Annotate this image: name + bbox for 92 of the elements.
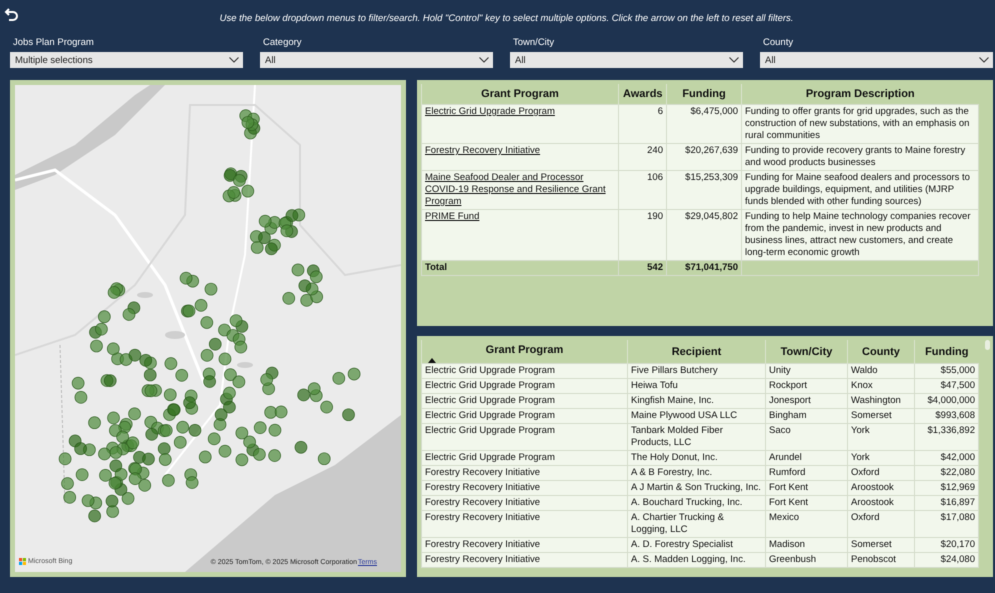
table-cell: Kingfish Maine, Inc.: [628, 394, 766, 408]
chevron-down-icon: [729, 57, 739, 63]
table-cell: Tanbark Molded Fiber Products, LLC: [628, 424, 766, 450]
table-cell: $993,608: [914, 408, 978, 424]
table-cell: Arundel: [766, 450, 848, 466]
table-cell: $29,045,802: [666, 210, 742, 260]
table-cell: Forestry Recovery Initiative: [422, 496, 628, 510]
table-cell: $47,500: [914, 378, 978, 394]
table-cell: 6: [618, 104, 666, 144]
table-cell: Funding for Maine seafood dealers and processors to upgrade buildings, equipment, and utilities (MJRP funds blended with other funding sources): [742, 170, 978, 210]
table-cell: Unity: [766, 364, 848, 378]
table-cell: Somerset: [848, 538, 914, 552]
table-cell: Forestry Recovery Initiative: [422, 552, 628, 568]
table-cell: Penobscot: [848, 552, 914, 568]
table-cell: A. S. Madden Logging, Inc.: [628, 552, 766, 568]
table-cell: $42,000: [914, 450, 978, 466]
filter-label: County: [763, 37, 794, 48]
filter-label: Town/City: [513, 37, 554, 48]
table-cell: Aroostook: [848, 496, 914, 510]
filter-label: Jobs Plan Program: [13, 37, 94, 48]
table-cell: Funding to help Maine technology companies recover from the pandemic, invest in new products and business lines, attract new customers, and create long-term economic growth: [742, 210, 978, 260]
table-cell: Forestry Recovery Initiative: [422, 538, 628, 552]
table-cell: A J Martin & Son Trucking, Inc.: [628, 480, 766, 496]
table-cell: Electric Grid Upgrade Program: [422, 394, 628, 408]
table-cell: Electric Grid Upgrade Program: [422, 450, 628, 466]
table-cell: $4,000,000: [914, 394, 978, 408]
table-cell: 190: [618, 210, 666, 260]
table-cell: Jonesport: [766, 394, 848, 408]
table-cell: Washington: [848, 394, 914, 408]
table-cell: Funding to provide recovery grants to Maine forestry and wood products businesses: [742, 144, 978, 170]
table-cell: Heiwa Tofu: [628, 378, 766, 394]
table-cell: Electric Grid Upgrade Program: [422, 378, 628, 394]
table-cell: 542: [618, 260, 666, 276]
table-cell: $17,080: [914, 510, 978, 538]
table-cell: $20,170: [914, 538, 978, 552]
table-cell: Waldo: [848, 364, 914, 378]
table-cell: Rumford: [766, 466, 848, 480]
filter-dropdown[interactable]: All: [510, 52, 743, 68]
scrollbar-thumb[interactable]: [985, 340, 990, 350]
table-cell: Forestry Recovery Initiative: [422, 466, 628, 480]
table-cell: Bingham: [766, 408, 848, 424]
chevron-down-icon: [979, 57, 989, 63]
table-cell: Knox: [848, 378, 914, 394]
table-cell: Fort Kent: [766, 480, 848, 496]
reset-arrow-icon[interactable]: [4, 6, 20, 22]
table-cell: Forestry Recovery Initiative: [422, 480, 628, 496]
table-cell: $15,253,309: [666, 170, 742, 210]
table-cell: Fort Kent: [766, 496, 848, 510]
instructions-text: Use the below dropdown menus to filter/search. Hold "Control" key to select multiple options. Click the arrow on the left to reset all filters.: [218, 12, 794, 24]
chevron-down-icon: [229, 57, 239, 63]
table-cell: $55,000: [914, 364, 978, 378]
table-cell: Rockport: [766, 378, 848, 394]
table-cell: York: [848, 424, 914, 450]
table-cell: Greenbush: [766, 552, 848, 568]
table-cell: $20,267,639: [666, 144, 742, 170]
table-cell: Madison: [766, 538, 848, 552]
table-cell: Electric Grid Upgrade Program: [422, 364, 628, 378]
table-cell: Saco: [766, 424, 848, 450]
windows-logo-icon: [19, 558, 26, 565]
table-cell: 106: [618, 170, 666, 210]
table-cell: Oxford: [848, 510, 914, 538]
table-cell: $6,475,000: [666, 104, 742, 144]
table-cell: A & B Forestry, Inc.: [628, 466, 766, 480]
table-cell: York: [848, 450, 914, 466]
table-cell: Funding to offer grants for grid upgrades, such as the construction of new substations, with an emphasis on rural communities: [742, 104, 978, 144]
filter-dropdown[interactable]: All: [260, 52, 493, 68]
table-cell: A. Bouchard Trucking, Inc.: [628, 496, 766, 510]
table-cell: Total: [422, 260, 618, 276]
table-cell: The Holy Donut, Inc.: [628, 450, 766, 466]
table-cell: $1,336,892: [914, 424, 978, 450]
table-cell: $22,080: [914, 466, 978, 480]
table-cell: Aroostook: [848, 480, 914, 496]
table-cell: $24,080: [914, 552, 978, 568]
table-cell: Electric Grid Upgrade Program: [422, 424, 628, 450]
table-cell: A. Chartier Trucking & Logging, LLC: [628, 510, 766, 538]
filter-label: Category: [263, 37, 302, 48]
table-cell: Maine Plywood USA LLC: [628, 408, 766, 424]
table-cell: $12,969: [914, 480, 978, 496]
table-cell: Electric Grid Upgrade Program: [422, 408, 628, 424]
filter-dropdown[interactable]: All: [760, 52, 993, 68]
table-cell: $16,897: [914, 496, 978, 510]
table-cell: Forestry Recovery Initiative: [422, 510, 628, 538]
program-link[interactable]: PRIME Fund: [425, 211, 480, 223]
table-cell: Oxford: [848, 466, 914, 480]
table-cell: $71,041,750: [666, 260, 742, 276]
filter-dropdown[interactable]: Multiple selections: [10, 52, 243, 68]
table-cell: Somerset: [848, 408, 914, 424]
table-cell: Five Pillars Butchery: [628, 364, 766, 378]
chevron-down-icon: [479, 57, 489, 63]
table-cell: 240: [618, 144, 666, 170]
table-cell: A. D. Forestry Specialist: [628, 538, 766, 552]
table-cell: Mexico: [766, 510, 848, 538]
